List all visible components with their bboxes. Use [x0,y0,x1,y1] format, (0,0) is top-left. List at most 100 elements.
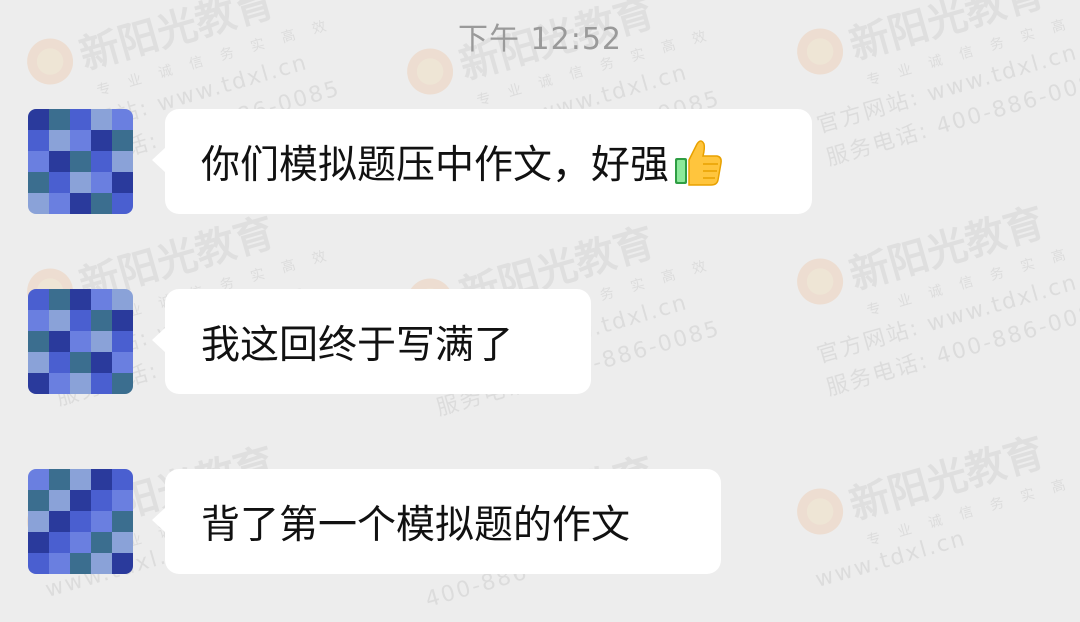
watermark-tag: 高效 [1049,463,1080,497]
watermark-brand: 新阳光教育 [844,429,1050,529]
avatar-pixel [112,373,133,394]
watermark-phone: 服务电话: 400-886-0085 [823,296,1080,402]
avatar-pixel [28,130,49,151]
avatar-pixel [91,532,112,553]
avatar-pixel [91,553,112,574]
brand-logo-icon [791,253,849,310]
message-bubble[interactable]: 你们模拟题压中作文，好强 [152,109,812,214]
avatar-pixel [112,310,133,331]
avatar-pixel [49,352,70,373]
message-text: 你们模拟题压中作文，好强 [201,142,670,188]
avatar-pixel [91,511,112,532]
avatar-pixel [112,109,133,130]
avatar-pixel [28,310,49,331]
avatar-pixel [91,373,112,394]
avatar-pixel [112,172,133,193]
avatar-pixel [28,151,49,172]
avatar-pixel [28,511,49,532]
avatar-pixel [112,193,133,214]
watermark-site: 官方网站: www.tdxl.cn [814,270,1080,369]
watermark-tag: 专业 [865,56,931,90]
avatar-pixel [28,109,49,130]
avatar-pixel [70,511,91,532]
avatar-pixel [70,193,91,214]
avatar[interactable] [28,469,133,574]
message-bubble[interactable]: 背了第一个模拟题的作文 [152,469,721,574]
avatar-pixel [28,193,49,214]
avatar-pixel [91,490,112,511]
avatar-pixel [91,172,112,193]
avatar[interactable] [28,109,133,214]
thumbs-up-icon [673,136,723,188]
avatar-pixel [49,289,70,310]
watermark-tag: 诚信 [926,268,993,302]
avatar-pixel [70,151,91,172]
avatar-pixel [91,331,112,352]
watermark-tag: 务实 [988,251,1055,285]
watermark-tag: 高效 [1049,233,1080,267]
avatar-pixel [49,331,70,352]
watermark-tag: 高效 [659,253,726,287]
avatar-pixel [112,469,133,490]
avatar-pixel [91,310,112,331]
avatar-pixel [28,289,49,310]
avatar-pixel [91,289,112,310]
avatar-pixel [70,310,91,331]
avatar-pixel [49,553,70,574]
avatar-pixel [28,490,49,511]
watermark-tag: 专业 [865,516,931,550]
avatar-pixel [91,469,112,490]
avatar-pixel [70,532,91,553]
avatar-pixel [70,109,91,130]
avatar-pixel [28,469,49,490]
avatar-pixel [91,193,112,214]
watermark-tile: 新阳光教育 专业诚信务实高效 官方网站: www.tdxl.cn 服务电话: 4… [790,173,1080,402]
avatar-pixel [28,331,49,352]
avatar[interactable] [28,289,133,394]
avatar-pixel [112,352,133,373]
avatar-pixel [91,130,112,151]
watermark-tag: 专业 [865,286,931,320]
avatar-pixel [49,511,70,532]
avatar-pixel [49,151,70,172]
avatar-pixel [28,373,49,394]
avatar-pixel [49,373,70,394]
avatar-pixel [112,151,133,172]
avatar-pixel [28,172,49,193]
avatar-pixel [28,352,49,373]
avatar-pixel [49,532,70,553]
avatar-pixel [112,553,133,574]
avatar-pixel [49,490,70,511]
avatar-pixel [70,352,91,373]
avatar-pixel [70,373,91,394]
message-text: 我这回终于写满了 [201,322,514,368]
avatar-pixel [112,490,133,511]
avatar-pixel [28,532,49,553]
message-bubble[interactable]: 我这回终于写满了 [152,289,591,394]
avatar-pixel [91,109,112,130]
watermark-tag: 专业 [95,66,161,100]
message-timestamp: 下午 12:52 [458,22,622,57]
avatar-pixel [112,532,133,553]
avatar-pixel [70,289,91,310]
watermark-brand: 新阳光教育 [844,199,1050,299]
avatar-pixel [49,172,70,193]
avatar-pixel [112,289,133,310]
watermark-tile: 新阳光教育 专业诚信务实高效 www.tdxl.cn [790,403,1080,593]
avatar-pixel [49,130,70,151]
watermark-tag: 务实 [598,271,665,305]
avatar-pixel [49,193,70,214]
watermark-phone: 服务电话: 400-886-0085 [823,66,1080,172]
avatar-pixel [70,331,91,352]
avatar-pixel [70,553,91,574]
brand-logo-icon [791,483,849,540]
message-text: 背了第一个模拟题的作文 [201,502,631,548]
avatar-pixel [49,310,70,331]
avatar-pixel [70,490,91,511]
avatar-pixel [49,109,70,130]
avatar-pixel [70,172,91,193]
watermark-site: www.tdxl.cn [812,525,970,593]
avatar-pixel [112,511,133,532]
avatar-pixel [112,130,133,151]
watermark-tag: 务实 [988,481,1055,515]
